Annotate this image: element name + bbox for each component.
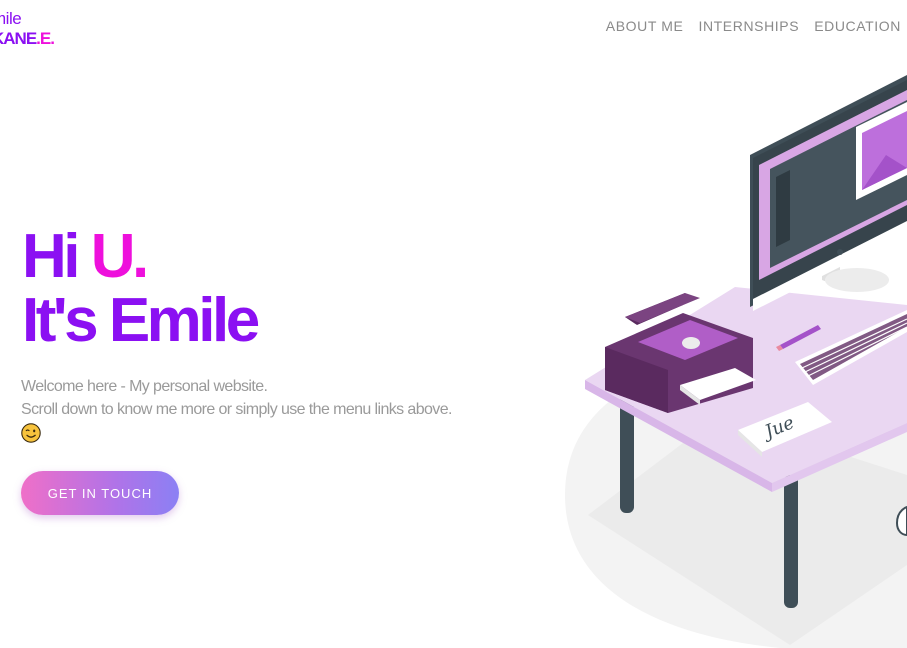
greeting-u: U. <box>90 222 150 291</box>
hero-heading: Hi U. It's Emile <box>22 226 260 355</box>
logo-first-name: mile <box>0 9 22 28</box>
description-line-1: Welcome here - My personal website. <box>21 378 268 395</box>
logo-last-text: KANE <box>0 29 37 48</box>
get-in-touch-button[interactable]: GET IN TOUCH <box>21 471 179 515</box>
hero-name: It's Emile <box>22 286 260 355</box>
nav-link-about-me[interactable]: ABOUT ME <box>606 18 684 34</box>
logo-initial: E <box>39 29 51 48</box>
page: mile KANE.E. ABOUT ME INTERNSHIPS EDUCAT… <box>0 0 907 648</box>
logo-last-name: KANE.E. <box>0 29 55 48</box>
hero-greeting: Hi U. <box>22 226 257 288</box>
nav-link-internships[interactable]: INTERNSHIPS <box>698 18 799 34</box>
hero-description: Welcome here - My personal website. Scro… <box>21 375 541 448</box>
description-line-2: Scroll down to know me more or simply us… <box>21 401 452 418</box>
winking-face-icon <box>21 423 41 443</box>
greeting-hi: Hi <box>22 222 81 291</box>
site-logo[interactable]: mile KANE.E. <box>0 9 55 48</box>
desk-illustration: Jue <box>565 75 907 648</box>
main-nav: ABOUT ME INTERNSHIPS EDUCATION <box>606 18 901 34</box>
logo-dot-2: . <box>50 29 55 48</box>
nav-link-education[interactable]: EDUCATION <box>814 18 901 34</box>
